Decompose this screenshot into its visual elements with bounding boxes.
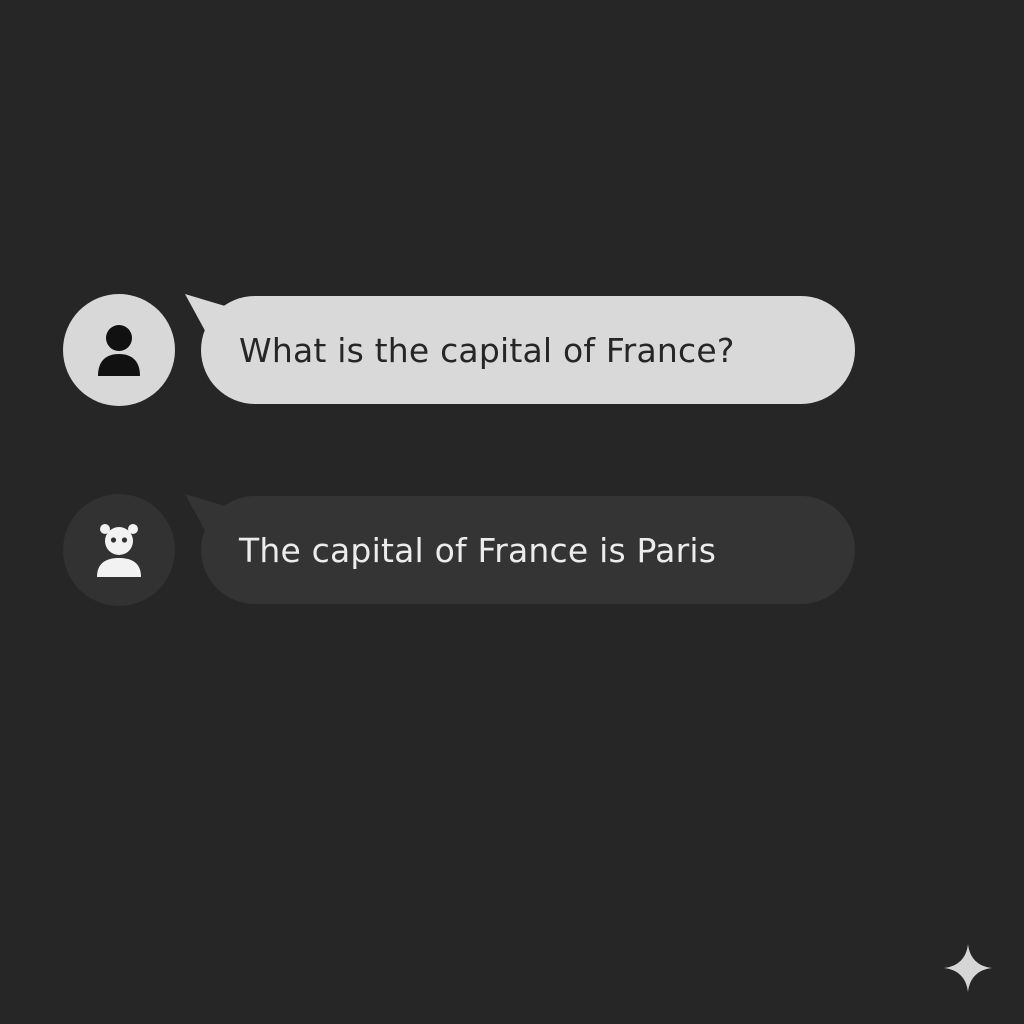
message-row-assistant: The capital of France is Paris [63,494,863,606]
assistant-message-bubble: The capital of France is Paris [201,496,855,604]
message-row-user: What is the capital of France? [63,294,863,406]
user-message-text: What is the capital of France? [239,330,735,370]
chat-screen: What is the capital of France? The capit… [0,0,1024,1024]
user-message-bubble: What is the capital of France? [201,296,855,404]
assistant-message-text: The capital of France is Paris [239,530,717,570]
person-icon [98,325,140,376]
bot-icon [97,524,141,577]
assistant-avatar [63,494,175,606]
user-avatar [63,294,175,406]
sparkle-icon [944,944,992,992]
